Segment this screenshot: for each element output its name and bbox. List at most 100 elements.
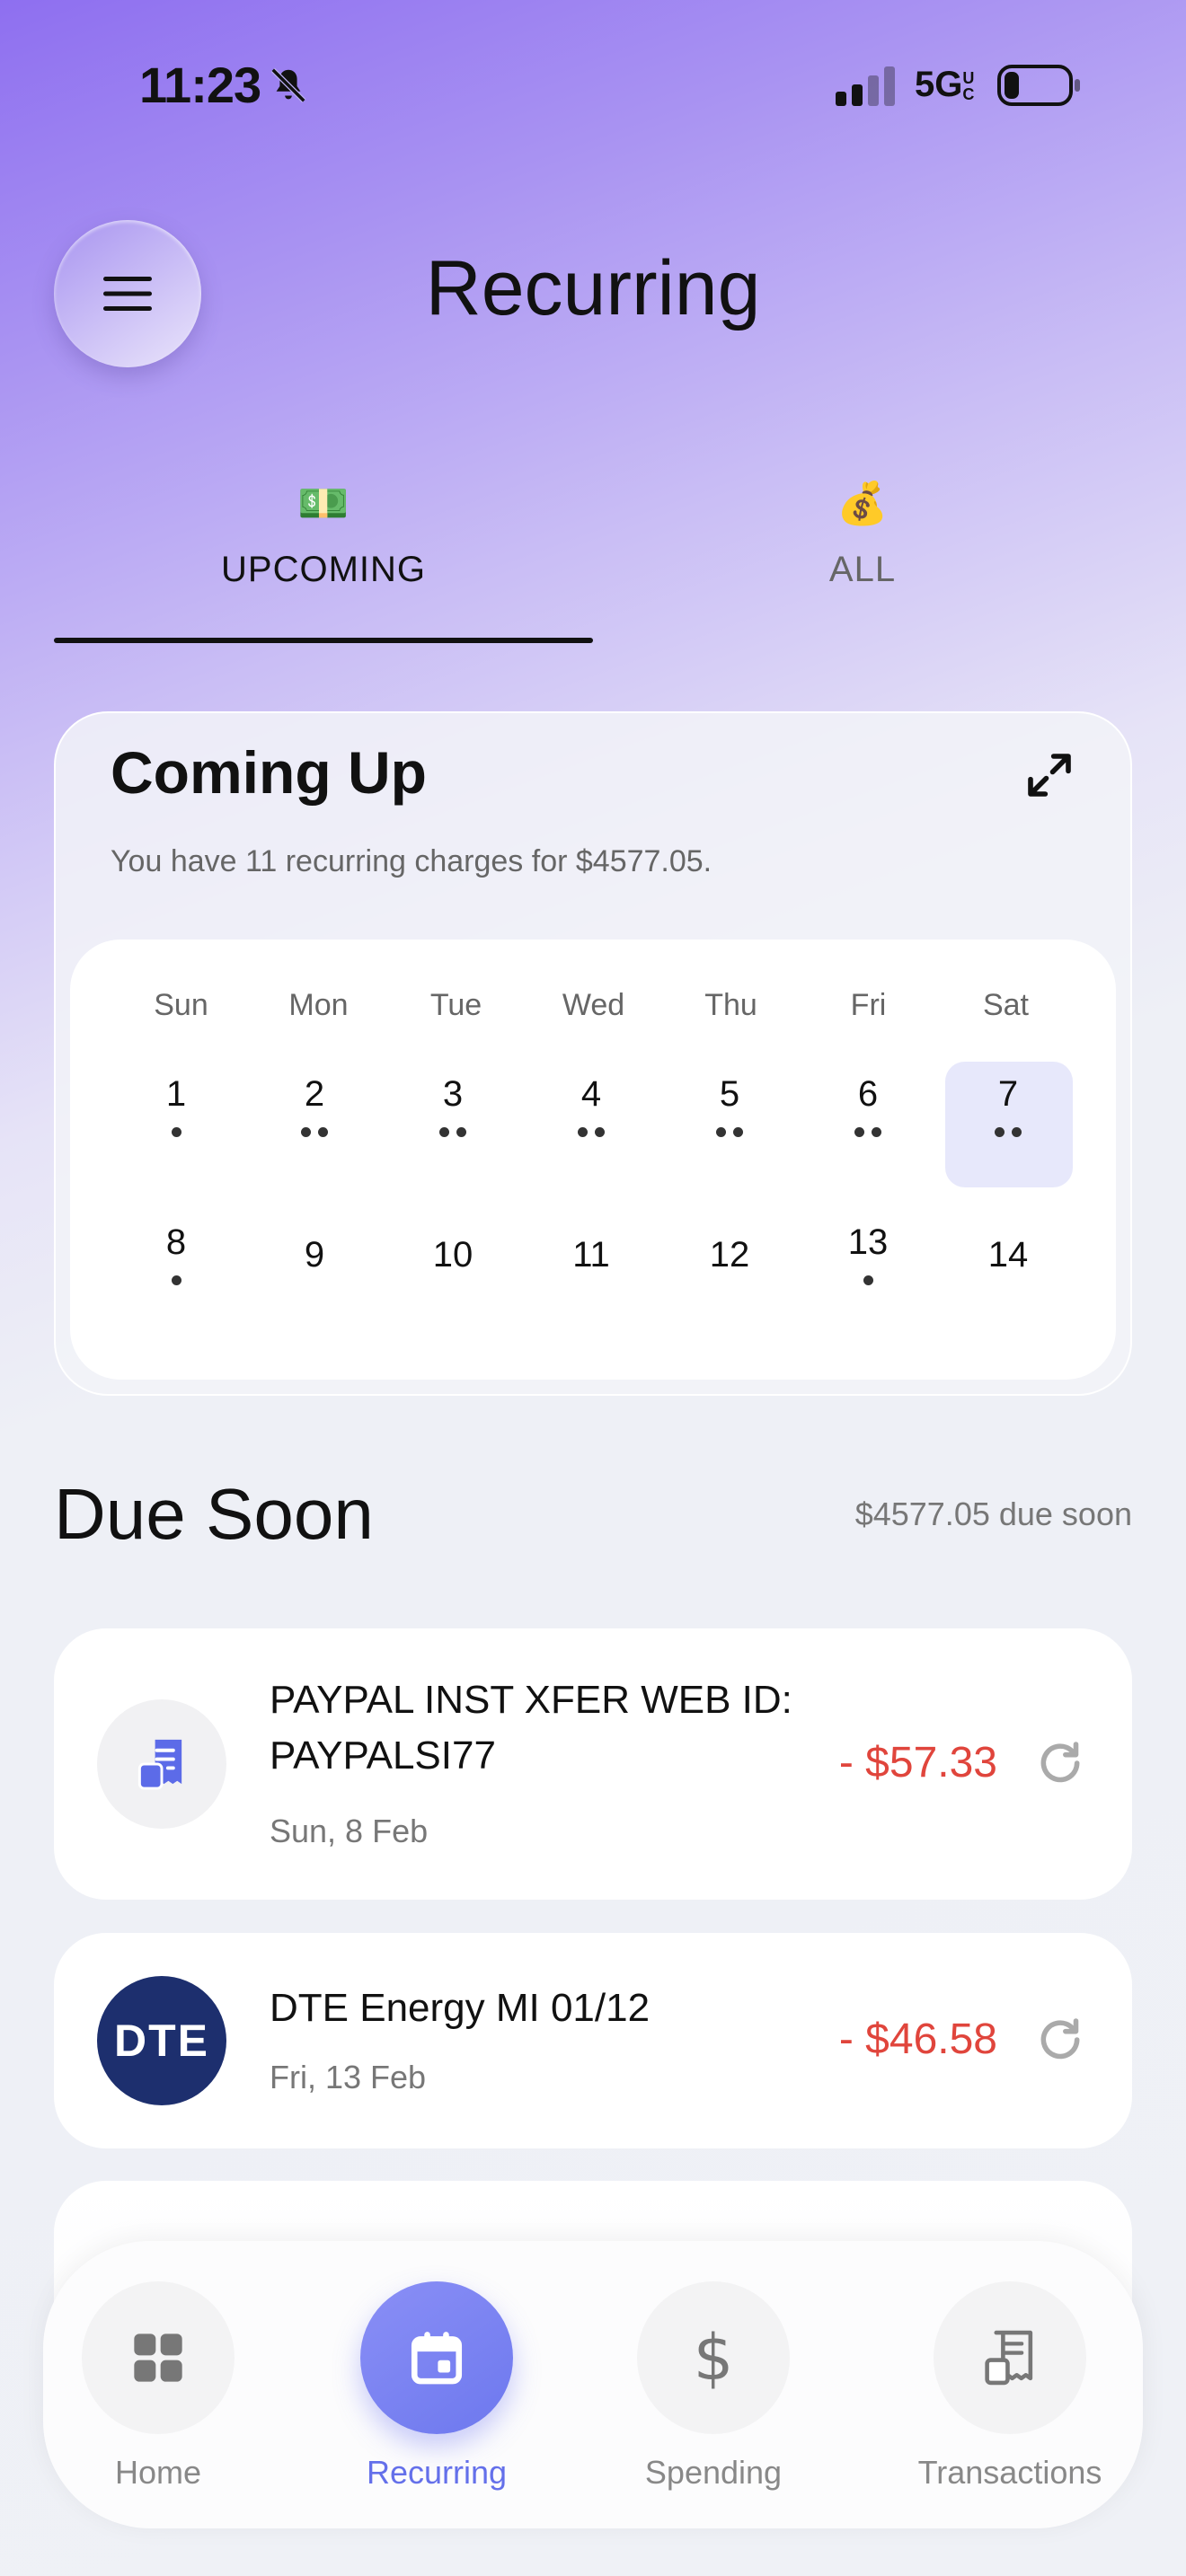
charge-dot [595,1127,605,1137]
calendar-day[interactable]: 10 [390,1235,516,1275]
charge-dot [863,1275,873,1285]
recurring-item-name: DTE Energy MI 01/12 [270,1986,651,2030]
weekday-label: Tue [429,988,482,1022]
receipt-icon [985,2330,1033,2386]
calendar-day[interactable]: 9 [252,1235,377,1275]
tab-all[interactable]: 💰 ALL [593,476,1132,590]
calendar-day[interactable]: 13 [805,1222,931,1288]
status-time: 11:23 [139,57,261,113]
nav-home[interactable]: Home [41,2281,275,2492]
calendar-day[interactable]: 4 [528,1074,654,1140]
battery-icon [997,65,1080,106]
calendar-day-number: 2 [304,1074,325,1114]
repeat-icon[interactable] [1035,1738,1085,1788]
charge-dots [252,1127,377,1140]
charge-dots [805,1127,931,1140]
bell-muted-icon [270,67,306,103]
charge-dot [578,1127,588,1137]
weekday-label: Wed [562,988,625,1022]
due-soon-title: Due Soon [54,1474,374,1554]
calendar-day-number: 9 [304,1235,325,1275]
nav-spending-button[interactable]: $ [637,2281,790,2434]
nav-transactions[interactable]: Transactions [893,2281,1127,2492]
recurring-item-date: Fri, 13 Feb [270,2059,427,2095]
calendar-day-number: 4 [580,1074,602,1114]
nav-recurring-label: Recurring [366,2454,508,2491]
charge-dot [733,1127,743,1137]
repeat-icon[interactable] [1035,2015,1085,2065]
calendar-day[interactable]: 3 [390,1074,516,1140]
nav-transactions-button[interactable] [934,2281,1086,2434]
calendar-day-number: 1 [165,1074,187,1114]
calendar-day-number: 7 [997,1074,1019,1114]
charge-dot [716,1127,726,1137]
calendar-day-number: 3 [442,1074,464,1114]
calendar-day-number: 14 [987,1235,1029,1275]
recurring-item-name: PAYPAL INST XFER WEB ID: PAYPALSI77 [270,1678,792,1778]
calendar-day[interactable]: 12 [667,1235,792,1275]
calendar-day[interactable]: 11 [528,1235,654,1275]
money-bag-icon: 💰 [836,480,889,526]
coming-up-title: Coming Up [111,739,427,806]
weekday-label: Fri [850,988,887,1022]
charge-dots [113,1275,239,1288]
calendar-day-selected[interactable]: 7 [945,1074,1071,1140]
active-tab-indicator [54,638,593,643]
nav-home-label: Home [114,2454,202,2491]
weekday-label: Mon [288,988,349,1022]
charge-dot [301,1127,311,1137]
charge-dot [171,1127,181,1137]
charge-dots [390,1127,516,1140]
charge-dot [872,1127,881,1137]
tab-upcoming-label: UPCOMING [221,550,426,589]
nav-transactions-label: Transactions [917,2454,1102,2491]
calendar-day[interactable]: 1 [113,1074,239,1140]
calendar-day[interactable]: 6 [805,1074,931,1140]
calendar-day-number: 13 [847,1222,889,1262]
weekday-label: Sat [982,988,1030,1022]
nav-spending-label: Spending [644,2454,783,2491]
expand-icon[interactable] [1024,750,1075,800]
calendar-day[interactable]: 5 [667,1074,792,1140]
calendar-day[interactable]: 8 [113,1222,239,1288]
coming-up-summary: You have 11 recurring charges for $4577.… [111,844,712,878]
calendar-day-number: 5 [719,1074,740,1114]
calendar-day[interactable]: 2 [252,1074,377,1140]
calendar-day-number: 12 [709,1235,750,1275]
calendar-day-number: 10 [432,1235,474,1275]
weekday-label: Thu [704,988,757,1022]
money-bill-icon: 💵 [297,480,350,526]
tab-all-label: ALL [828,550,897,589]
calendar-day-number: 8 [165,1222,187,1262]
nav-recurring-button[interactable] [360,2281,513,2434]
recurring-item-amount: - $57.33 [838,1739,997,1786]
charge-dot [171,1275,181,1285]
recurring-item-date: Sun, 8 Feb [270,1813,429,1849]
dte-logo: DTE [97,1976,226,2105]
weekday-label: Sun [154,988,208,1022]
calendar-day-number: 11 [572,1235,610,1275]
calendar-day[interactable]: 14 [945,1235,1071,1275]
page-title: Recurring [425,245,761,331]
grid-icon [134,2333,182,2382]
charge-dots [113,1127,239,1140]
tab-upcoming[interactable]: 💵 UPCOMING [54,476,593,590]
charge-dots [805,1275,931,1288]
calendar-day-number: 6 [857,1074,879,1114]
nav-recurring[interactable]: Recurring [320,2281,553,2492]
recurring-item-amount: - $46.58 [838,2016,997,2063]
network-type: 5GUC [915,65,975,104]
dollar-icon: $ [693,2321,734,2395]
charge-dot [995,1127,1005,1137]
charge-dots [667,1127,792,1140]
charge-dots [945,1127,1071,1140]
charge-dots [528,1127,654,1140]
nav-spending[interactable]: $ Spending [597,2281,830,2492]
receipt-icon [97,1699,226,1829]
charge-dot [318,1127,328,1137]
signal-icon [836,66,895,106]
nav-home-button[interactable] [82,2281,235,2434]
charge-dot [456,1127,466,1137]
due-soon-total: $4577.05 due soon [854,1495,1132,1532]
charge-dot [854,1127,864,1137]
